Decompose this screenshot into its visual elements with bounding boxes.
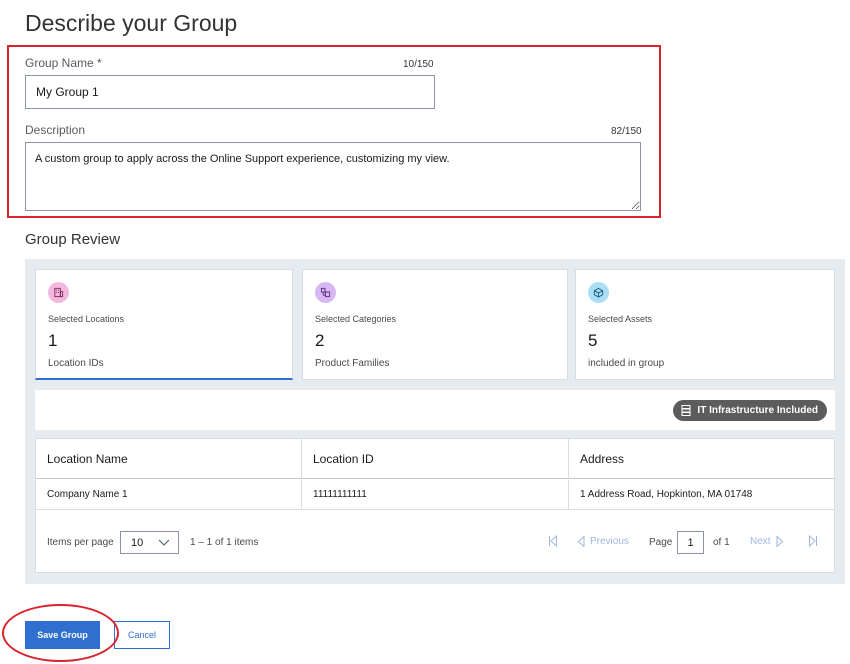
next-icon: [776, 536, 783, 547]
stat-card-assets[interactable]: Selected Assets 5 included in group: [575, 269, 835, 380]
stat-card-categories[interactable]: Selected Categories 2 Product Families: [302, 269, 568, 380]
stat-label: Selected Locations: [48, 314, 125, 324]
previous-icon: [577, 536, 585, 547]
it-badge-label: IT Infrastructure Included: [697, 405, 818, 416]
cell-location-name: Company Name 1: [36, 480, 302, 509]
description-char-count: 82/150: [611, 126, 642, 137]
page-label: Page: [649, 537, 673, 548]
cube-icon: [588, 282, 609, 303]
previous-page-button[interactable]: Previous: [577, 536, 629, 547]
column-header-location-id[interactable]: Location ID: [302, 439, 569, 478]
group-name-input[interactable]: [25, 75, 435, 109]
stat-sub: Location IDs: [48, 358, 104, 369]
stat-value: 2: [315, 331, 325, 350]
table-header: Location Name Location ID Address: [36, 439, 834, 479]
group-review-title: Group Review: [25, 231, 121, 248]
column-header-address[interactable]: Address: [569, 439, 834, 478]
column-header-location-name[interactable]: Location Name: [36, 439, 302, 478]
chevron-down-icon: [158, 539, 170, 546]
table-row[interactable]: Company Name 1 11111111111 1 Address Roa…: [36, 480, 834, 510]
per-page-value: 10: [131, 536, 144, 549]
stat-value: 1: [48, 331, 58, 350]
locations-table: Location Name Location ID Address Compan…: [35, 438, 835, 573]
group-name-char-count: 10/150: [403, 59, 434, 70]
cell-location-id: 11111111111: [302, 480, 569, 509]
building-icon: [48, 282, 69, 303]
stat-label: Selected Assets: [588, 314, 653, 324]
stat-card-locations[interactable]: Selected Locations 1 Location IDs: [35, 269, 293, 380]
page-title: Describe your Group: [25, 10, 238, 36]
it-infrastructure-badge: IT Infrastructure Included: [673, 400, 827, 421]
next-page-button[interactable]: Next: [750, 536, 784, 547]
items-per-page-label: Items per page: [47, 537, 114, 548]
description-textarea[interactable]: A custom group to apply across the Onlin…: [25, 142, 641, 211]
of-pages-label: of 1: [713, 537, 730, 548]
last-page-icon: [809, 535, 817, 547]
last-page-button[interactable]: [808, 535, 818, 547]
stat-value: 5: [588, 331, 598, 350]
description-label: Description: [25, 123, 86, 137]
save-group-button[interactable]: Save Group: [25, 621, 100, 649]
next-label: Next: [750, 536, 771, 547]
cancel-button[interactable]: Cancel: [114, 621, 170, 649]
items-per-page-select[interactable]: 10: [120, 531, 179, 554]
cell-address: 1 Address Road, Hopkinton, MA 01748: [580, 489, 753, 500]
group-name-label: Group Name *: [25, 56, 102, 70]
page-number-input[interactable]: 1: [677, 531, 704, 554]
previous-label: Previous: [590, 536, 629, 547]
first-page-button[interactable]: [548, 535, 558, 547]
stat-sub: included in group: [588, 358, 665, 369]
pagination: Items per page 10 1 – 1 of 1 items Previ…: [36, 511, 834, 572]
stat-label: Selected Categories: [315, 314, 397, 324]
first-page-icon: [549, 535, 557, 547]
server-icon: [681, 405, 691, 416]
items-range-text: 1 – 1 of 1 items: [190, 537, 259, 548]
stat-sub: Product Families: [315, 358, 390, 369]
info-bar: IT Infrastructure Included: [35, 390, 835, 430]
categories-icon: [315, 282, 336, 303]
